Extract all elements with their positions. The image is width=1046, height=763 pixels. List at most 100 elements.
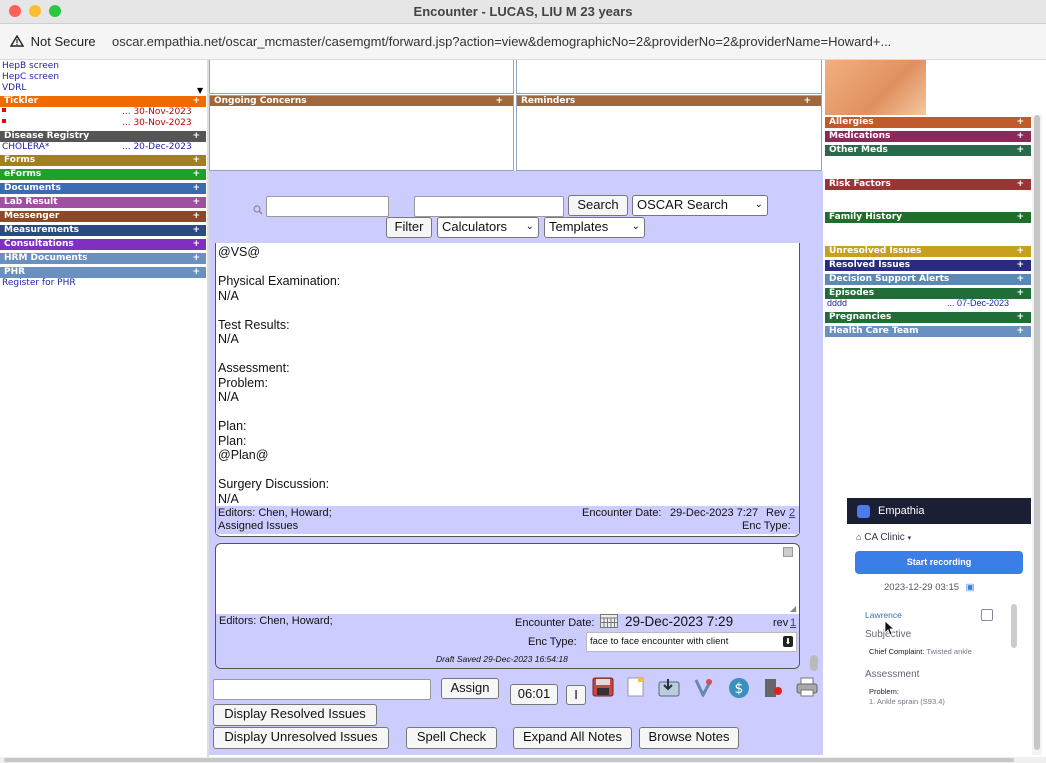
documents-add-button[interactable]: +	[192, 183, 200, 194]
allergies-header[interactable]: Allergies +	[825, 117, 1031, 128]
search-scope-select[interactable]: OSCAR Search ⌄	[632, 195, 768, 216]
sign-verify-icon[interactable]	[693, 677, 715, 699]
disease-registry-header[interactable]: Disease Registry +	[0, 131, 206, 142]
expand-all-notes-button[interactable]: Expand All Notes	[513, 727, 632, 749]
new-note[interactable]: ◢ Editors: Chen, Howard; Encounter Date:…	[215, 543, 800, 669]
messenger-header[interactable]: Messenger +	[0, 211, 206, 222]
consultations-add-button[interactable]: +	[192, 239, 200, 250]
start-recording-button[interactable]: Start recording	[855, 551, 1023, 574]
tickler-header[interactable]: Tickler +	[0, 96, 206, 107]
notes-scrollbar[interactable]	[810, 655, 818, 671]
assign-button[interactable]: Assign	[441, 678, 499, 699]
health-care-team-add-button[interactable]: +	[1016, 326, 1024, 337]
phr-add-button[interactable]: +	[192, 267, 200, 278]
medications-header[interactable]: Medications +	[825, 131, 1031, 142]
pause-timer-button[interactable]: I	[566, 685, 586, 705]
search-button[interactable]: Search	[568, 195, 628, 216]
url-text[interactable]: oscar.empathia.net/oscar_mcmaster/casemg…	[112, 34, 1032, 49]
note-textarea[interactable]	[219, 552, 794, 612]
ongoing-concerns-add-button[interactable]: +	[495, 96, 503, 106]
other-meds-add-button[interactable]: +	[1016, 145, 1024, 156]
eforms-header[interactable]: eForms +	[0, 169, 206, 180]
note-body[interactable]: @VS@ Physical Examination: N/A Test Resu…	[218, 245, 340, 506]
right-scrollbar-track[interactable]	[1032, 115, 1042, 755]
new-encounter-date[interactable]: 29-Dec-2023 7:29	[625, 614, 733, 629]
risk-factors-add-button[interactable]: +	[1016, 179, 1024, 190]
tickler-add-button[interactable]: +	[192, 96, 200, 107]
print-small-icon[interactable]: ▣	[966, 582, 975, 593]
reminders-add-button[interactable]: +	[803, 96, 811, 106]
browse-notes-button[interactable]: Browse Notes	[639, 727, 739, 749]
episode-row[interactable]: dddd ... 07-Dec-2023	[827, 298, 1027, 309]
display-unresolved-issues-button[interactable]: Display Unresolved Issues	[213, 727, 389, 749]
ongoing-concerns-header[interactable]: Ongoing Concerns +	[210, 96, 513, 106]
vdrl-link[interactable]: VDRL	[2, 83, 26, 94]
health-care-team-header[interactable]: Health Care Team +	[825, 326, 1031, 337]
allergies-add-button[interactable]: +	[1016, 117, 1024, 128]
medications-add-button[interactable]: +	[1016, 131, 1024, 142]
note-search-input[interactable]	[414, 196, 564, 217]
calculators-select[interactable]: Calculators ⌄	[437, 217, 539, 238]
empathia-scrollbar[interactable]	[1011, 604, 1017, 648]
resize-handle-icon[interactable]: ◢	[790, 604, 796, 613]
hepc-screen-link[interactable]: HepC screen	[2, 72, 59, 83]
horizontal-scrollbar-track[interactable]	[0, 757, 1046, 763]
register-phr-link[interactable]: Register for PHR	[2, 278, 76, 289]
existing-note[interactable]: @VS@ Physical Examination: N/A Test Resu…	[215, 243, 800, 537]
spell-check-button[interactable]: Spell Check	[406, 727, 497, 749]
messenger-add-button[interactable]: +	[192, 211, 200, 222]
save-icon[interactable]	[592, 677, 614, 697]
lab-result-header[interactable]: Lab Result +	[0, 197, 206, 208]
exit-door-icon[interactable]	[762, 677, 784, 699]
hepb-screen-link[interactable]: HepB screen	[2, 61, 59, 72]
horizontal-scrollbar-thumb[interactable]	[4, 758, 1014, 762]
copy-icon[interactable]	[981, 609, 993, 621]
tickler-row[interactable]: ... 30-Nov-2023	[0, 118, 206, 129]
eforms-add-button[interactable]: +	[192, 169, 200, 180]
decision-support-alerts-header[interactable]: Decision Support Alerts +	[825, 274, 1031, 285]
documents-header[interactable]: Documents +	[0, 183, 206, 194]
tickler-row[interactable]: ... 30-Nov-2023	[0, 107, 206, 118]
resolved-issues-header[interactable]: Resolved Issues +	[825, 260, 1031, 271]
resolved-issues-add-button[interactable]: +	[1016, 260, 1024, 271]
clinic-selector[interactable]: ⌂ CA Clinic ▾	[856, 532, 911, 543]
reminders-header[interactable]: Reminders +	[517, 96, 821, 106]
episodes-add-button[interactable]: +	[1016, 288, 1024, 299]
caret-down-icon[interactable]: ▼	[197, 86, 203, 95]
rev-link[interactable]: 2	[789, 507, 795, 519]
provider-name[interactable]: Lawrence	[865, 610, 902, 620]
risk-factors-header[interactable]: Risk Factors +	[825, 179, 1031, 190]
right-scrollbar-thumb[interactable]	[1034, 115, 1040, 750]
measurements-add-button[interactable]: +	[192, 225, 200, 236]
consultations-header[interactable]: Consultations +	[0, 239, 206, 250]
pregnancies-add-button[interactable]: +	[1016, 312, 1024, 323]
lab-result-add-button[interactable]: +	[192, 197, 200, 208]
security-indicator[interactable]: Not Secure	[9, 34, 96, 49]
measurements-header[interactable]: Measurements +	[0, 225, 206, 236]
unresolved-issues-header[interactable]: Unresolved Issues +	[825, 246, 1031, 257]
billing-dollar-icon[interactable]: $	[728, 677, 750, 699]
pregnancies-header[interactable]: Pregnancies +	[825, 312, 1031, 323]
enc-type-select[interactable]: face to face encounter with client ⬇	[586, 632, 797, 652]
forms-add-button[interactable]: +	[192, 155, 200, 166]
family-history-add-button[interactable]: +	[1016, 212, 1024, 223]
forms-header[interactable]: Forms +	[0, 155, 206, 166]
episodes-header[interactable]: Episodes +	[825, 288, 1031, 299]
family-history-header[interactable]: Family History +	[825, 212, 1031, 223]
unresolved-issues-add-button[interactable]: +	[1016, 246, 1024, 257]
display-resolved-issues-button[interactable]: Display Resolved Issues	[213, 704, 377, 726]
hrm-documents-add-button[interactable]: +	[192, 253, 200, 264]
disease-registry-add-button[interactable]: +	[192, 131, 200, 142]
decision-support-alerts-add-button[interactable]: +	[1016, 274, 1024, 285]
new-note-icon[interactable]	[626, 677, 646, 697]
phr-header[interactable]: PHR +	[0, 267, 206, 278]
assign-issue-input[interactable]	[213, 679, 431, 700]
print-icon[interactable]	[796, 677, 818, 697]
calendar-icon[interactable]	[600, 614, 618, 631]
hrm-documents-header[interactable]: HRM Documents +	[0, 253, 206, 264]
filter-button[interactable]: Filter	[386, 217, 432, 238]
address-bar[interactable]: Not Secure oscar.empathia.net/oscar_mcma…	[0, 24, 1046, 60]
sign-save-icon[interactable]	[658, 677, 682, 697]
timer-display[interactable]: 06:01	[510, 684, 558, 705]
other-meds-header[interactable]: Other Meds +	[825, 145, 1031, 156]
